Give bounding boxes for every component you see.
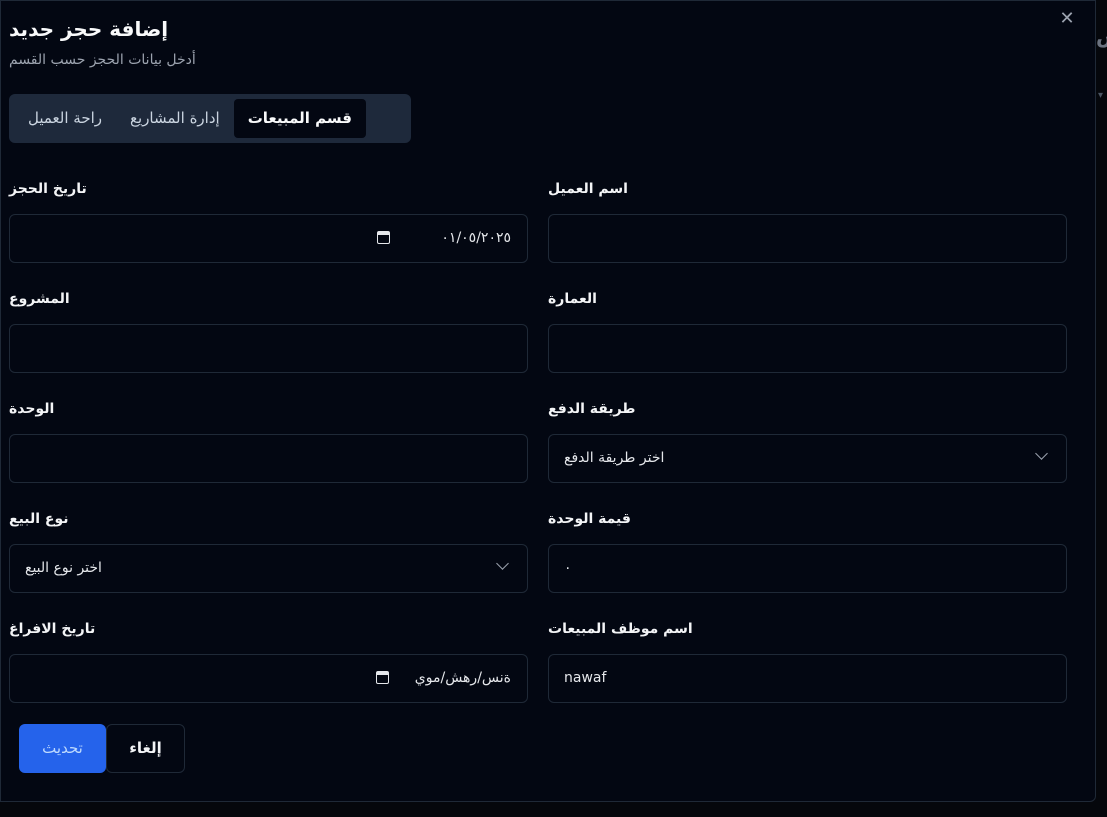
payment-method-placeholder: اختر طريقة الدفع: [564, 450, 665, 466]
handover-date-label: تاريخ الافراغ: [9, 621, 96, 637]
unit-input[interactable]: [9, 434, 528, 483]
chevron-down-icon: [496, 557, 509, 570]
handover-date-input[interactable]: ةنس/رهش/موي: [9, 654, 528, 703]
sale-type-label: نوع البيع: [9, 511, 69, 527]
project-label: المشروع: [9, 291, 70, 307]
unit-value-input[interactable]: ٠: [548, 544, 1067, 593]
sales-employee-label: اسم موظف المبيعات: [548, 621, 693, 637]
sales-employee-input[interactable]: nawaf: [548, 654, 1067, 703]
backdrop-partial-text: س: [1096, 24, 1107, 48]
update-button[interactable]: تحديث: [19, 724, 106, 773]
tab-customer-care[interactable]: راحة العميل: [14, 99, 116, 138]
tab-sales[interactable]: قسم المبيعات: [233, 99, 367, 138]
dialog-subtitle: أدخل بيانات الحجز حسب القسم: [9, 52, 196, 68]
payment-method-label: طريقة الدفع: [548, 401, 636, 417]
booking-date-value: ٠١/٠٥/٢٠٢٥: [441, 230, 511, 246]
unit-label: الوحدة: [9, 401, 55, 417]
add-booking-dialog: ✕ إضافة حجز جديد أدخل بيانات الحجز حسب ا…: [0, 0, 1096, 802]
customer-name-input[interactable]: [548, 214, 1067, 263]
calendar-icon[interactable]: [376, 671, 389, 684]
sales-employee-value: nawaf: [564, 670, 607, 686]
calendar-icon[interactable]: [377, 231, 390, 244]
unit-value-label: قيمة الوحدة: [548, 511, 631, 527]
handover-date-value: ةنس/رهش/موي: [414, 670, 511, 686]
building-input[interactable]: [548, 324, 1067, 373]
tab-project-management[interactable]: إدارة المشاريع: [116, 99, 234, 138]
unit-value-value: ٠: [564, 560, 572, 576]
cancel-button[interactable]: إلغاء: [106, 724, 185, 773]
backdrop-chevron-icon: ▾: [1098, 90, 1104, 101]
booking-date-label: تاريخ الحجز: [9, 181, 87, 197]
building-label: العمارة: [548, 291, 597, 307]
sale-type-placeholder: اختر نوع البيع: [25, 560, 102, 576]
chevron-down-icon: [1035, 447, 1048, 460]
customer-name-label: اسم العميل: [548, 181, 628, 197]
project-input[interactable]: [9, 324, 528, 373]
department-tabs: راحة العميل إدارة المشاريع قسم المبيعات: [9, 94, 411, 143]
dialog-title: إضافة حجز جديد: [9, 17, 169, 41]
payment-method-select[interactable]: اختر طريقة الدفع: [548, 434, 1067, 483]
close-icon[interactable]: ✕: [1057, 9, 1077, 29]
sale-type-select[interactable]: اختر نوع البيع: [9, 544, 528, 593]
booking-date-input[interactable]: ٠١/٠٥/٢٠٢٥: [9, 214, 528, 263]
